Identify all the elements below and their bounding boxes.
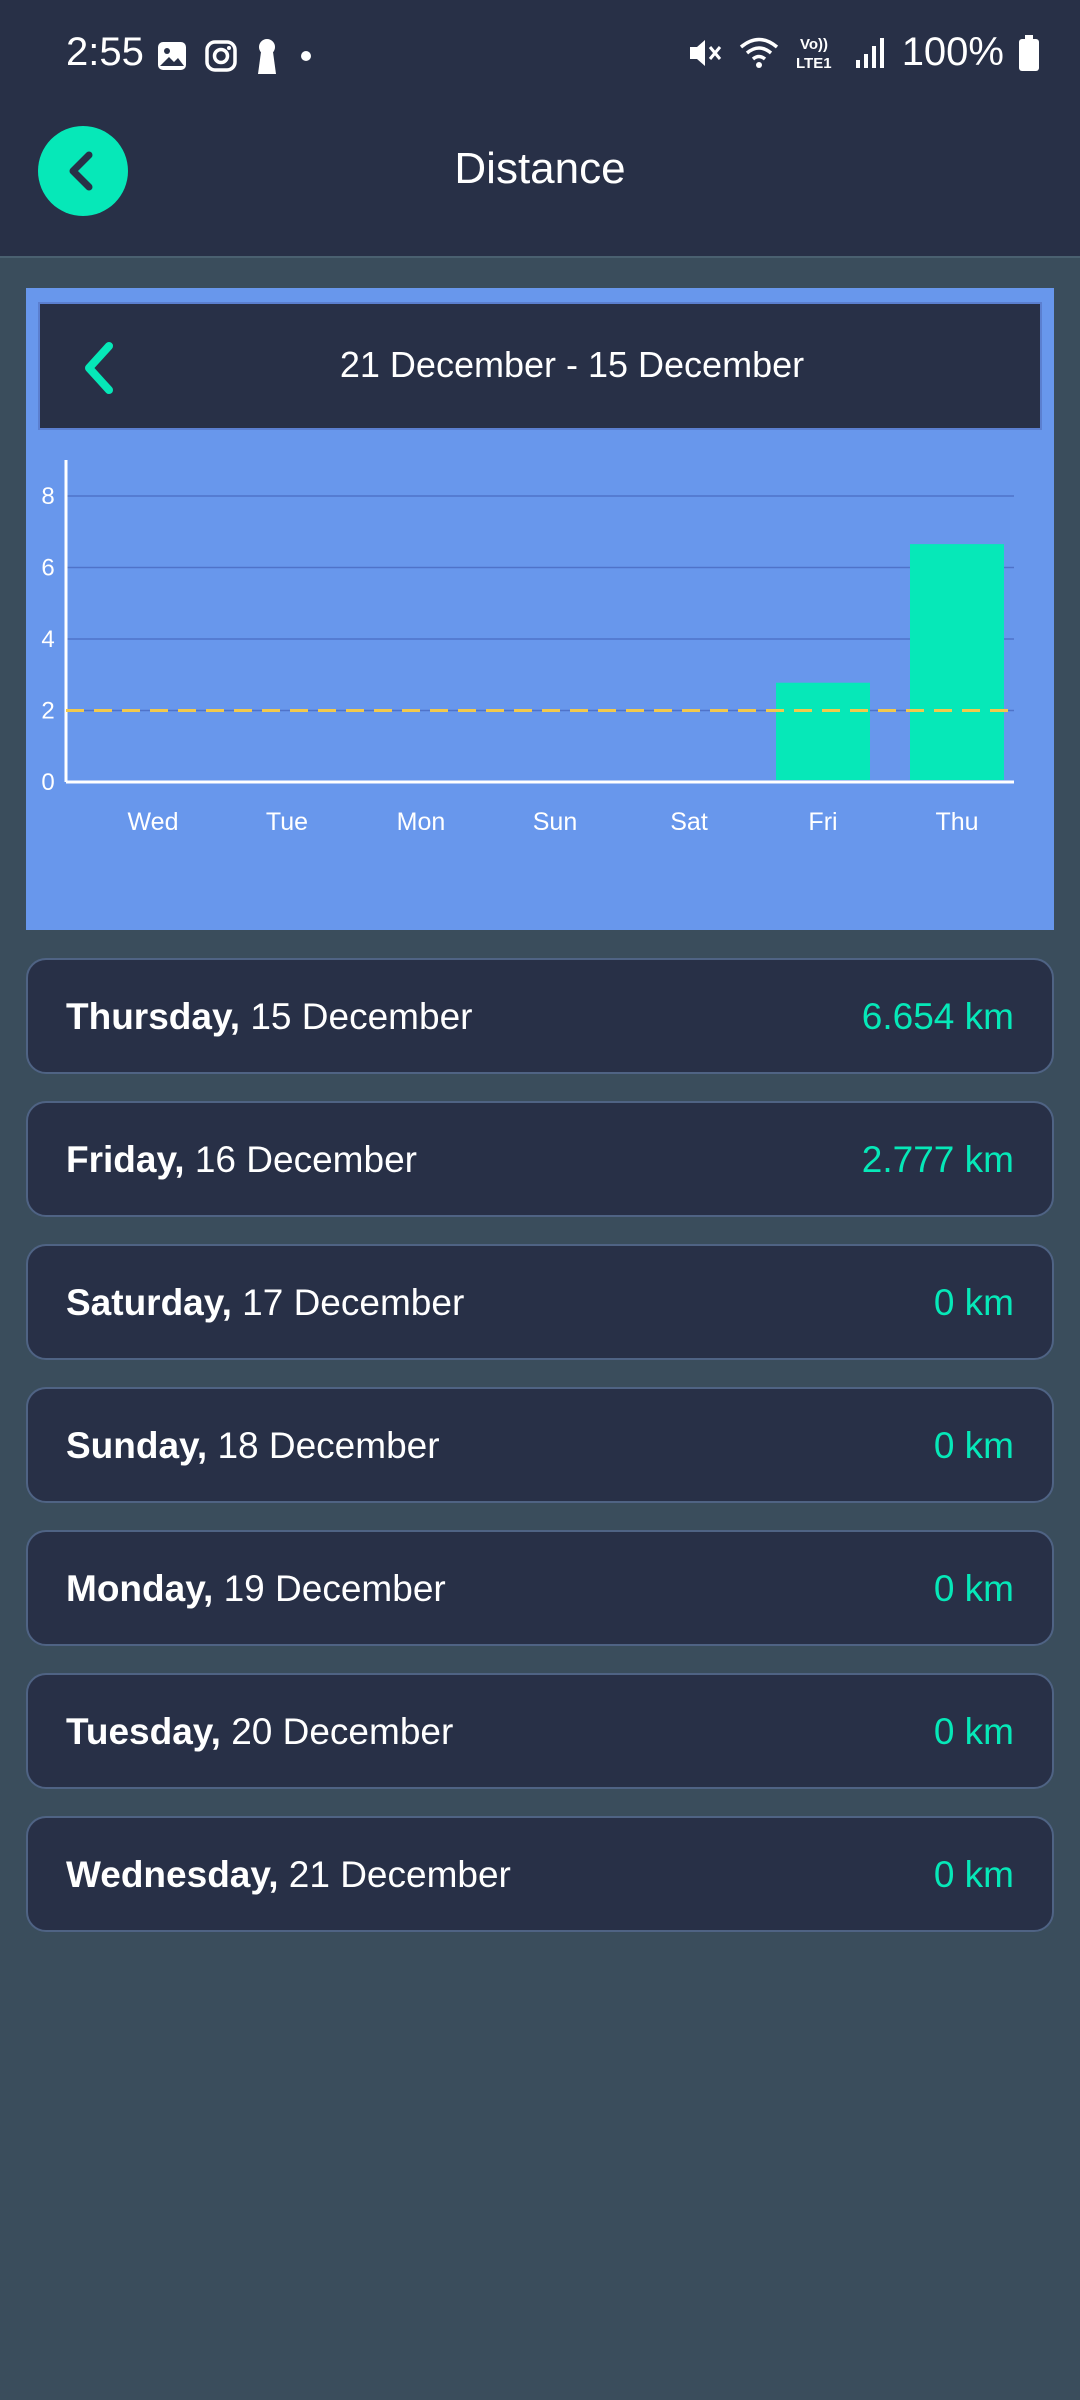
day-date-text: Monday, 19 December bbox=[66, 1568, 446, 1610]
dot-icon bbox=[301, 51, 311, 61]
status-bar: 2:55 Vo)) LTE1 100% bbox=[0, 0, 1080, 120]
y-tick-label: 0 bbox=[41, 769, 54, 796]
wifi-icon bbox=[739, 37, 778, 68]
chart-card: 21 December - 15 December 0 2 4 6 8 Wed Tue Mon… bbox=[26, 288, 1054, 930]
day-list: Thursday, 15 December 6.654 km Friday, 16 … bbox=[26, 958, 1054, 1959]
day-row[interactable]: Wednesday, 21 December 0 km bbox=[26, 1816, 1054, 1932]
network-label: LTE1 bbox=[796, 55, 832, 72]
x-tick-label: Sun bbox=[533, 808, 577, 836]
day-date-text: Wednesday, 21 December bbox=[66, 1854, 511, 1896]
day-name: Wednesday, bbox=[66, 1854, 279, 1895]
bar-thu bbox=[910, 544, 1004, 780]
svg-text:Vo)): Vo)) bbox=[800, 36, 828, 53]
day-name: Thursday, bbox=[66, 996, 241, 1037]
day-distance-value: 0 km bbox=[933, 1711, 1014, 1752]
signal-icon bbox=[855, 37, 884, 68]
day-name: Saturday, bbox=[66, 1282, 232, 1323]
day-date: 19 December bbox=[223, 1568, 446, 1609]
day-date: 18 December bbox=[217, 1425, 440, 1466]
day-date: 17 December bbox=[242, 1282, 465, 1323]
gallery-icon bbox=[158, 42, 186, 70]
day-date-text: Thursday, 15 December bbox=[66, 996, 472, 1038]
x-tick-label: Sat bbox=[670, 808, 708, 836]
day-name: Tuesday, bbox=[66, 1711, 221, 1752]
volte-icon: Vo)) LTE1 bbox=[796, 36, 832, 72]
x-tick-label: Mon bbox=[397, 808, 446, 836]
day-date-text: Tuesday, 20 December bbox=[66, 1711, 453, 1753]
keyhole-icon bbox=[258, 39, 276, 74]
y-tick-label: 8 bbox=[41, 483, 54, 510]
day-date: 15 December bbox=[250, 996, 473, 1037]
day-distance-value: 0 km bbox=[933, 1282, 1014, 1323]
day-date: 16 December bbox=[194, 1139, 417, 1180]
day-distance-value: 2.777 km bbox=[861, 1139, 1014, 1180]
y-tick-label: 6 bbox=[41, 555, 54, 582]
day-date: 21 December bbox=[288, 1854, 511, 1895]
day-name: Monday, bbox=[66, 1568, 214, 1609]
mute-icon bbox=[689, 39, 721, 66]
date-range-label: 21 December - 15 December bbox=[339, 344, 805, 385]
day-date: 20 December bbox=[231, 1711, 454, 1752]
day-distance-value: 0 km bbox=[933, 1854, 1014, 1895]
page-title: Distance bbox=[454, 144, 626, 193]
day-distance-value: 6.654 km bbox=[861, 996, 1014, 1037]
notification-icons bbox=[156, 38, 316, 74]
status-time: 2:55 bbox=[66, 30, 144, 74]
distance-bar-chart: 0 2 4 6 8 Wed Tue Mon Sun Sat Fri Thu bbox=[41, 460, 1014, 836]
app-bar: Distance bbox=[0, 120, 1080, 258]
y-tick-label: 4 bbox=[41, 626, 54, 653]
x-tick-label: Wed bbox=[128, 808, 179, 836]
instagram-icon bbox=[205, 40, 237, 72]
day-row[interactable]: Monday, 19 December 0 km bbox=[26, 1530, 1054, 1646]
day-row[interactable]: Saturday, 17 December 0 km bbox=[26, 1244, 1054, 1360]
date-range-header: 21 December - 15 December bbox=[38, 302, 1042, 430]
battery-icon bbox=[1019, 34, 1039, 71]
x-tick-label: Thu bbox=[935, 808, 978, 836]
x-tick-label: Fri bbox=[808, 808, 837, 836]
day-name: Sunday, bbox=[66, 1425, 208, 1466]
bar-fri bbox=[776, 682, 870, 780]
day-row[interactable]: Friday, 16 December 2.777 km bbox=[26, 1101, 1054, 1217]
day-distance-value: 0 km bbox=[933, 1425, 1014, 1466]
day-name: Friday, bbox=[66, 1139, 185, 1180]
day-distance-value: 0 km bbox=[933, 1568, 1014, 1609]
day-row[interactable]: Thursday, 15 December 6.654 km bbox=[26, 958, 1054, 1074]
day-date-text: Friday, 16 December bbox=[66, 1139, 417, 1181]
x-tick-label: Tue bbox=[266, 808, 308, 836]
day-row[interactable]: Tuesday, 20 December 0 km bbox=[26, 1673, 1054, 1789]
day-date-text: Sunday, 18 December bbox=[66, 1425, 440, 1467]
day-date-text: Saturday, 17 December bbox=[66, 1282, 464, 1324]
y-tick-label: 2 bbox=[41, 698, 54, 725]
battery-percent: 100% bbox=[901, 30, 1004, 74]
day-row[interactable]: Sunday, 18 December 0 km bbox=[26, 1387, 1054, 1503]
system-icons: Vo)) LTE1 100% bbox=[686, 30, 1040, 75]
